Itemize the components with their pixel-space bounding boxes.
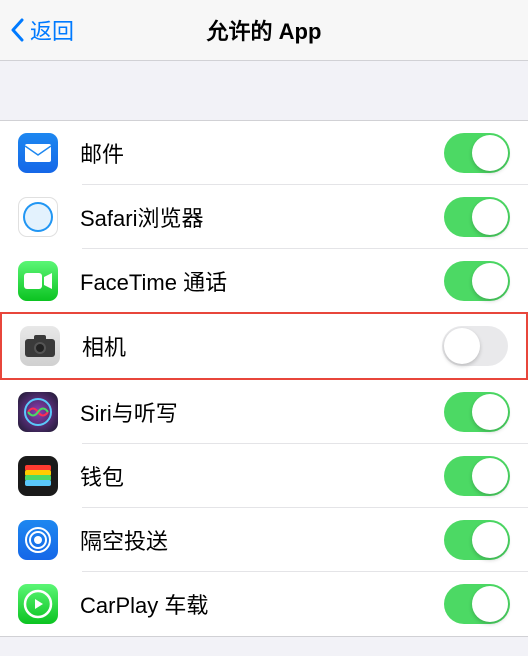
- mail-icon: [18, 133, 58, 173]
- app-row-facetime: FaceTime 通话: [0, 249, 528, 313]
- toggle-mail[interactable]: [444, 133, 510, 173]
- app-list: 邮件 Safari浏览器 FaceTime 通话 相机 Siri与听写: [0, 120, 528, 637]
- toggle-safari[interactable]: [444, 197, 510, 237]
- camera-icon: [20, 326, 60, 366]
- app-label: 相机: [82, 330, 442, 362]
- chevron-left-icon: [8, 16, 26, 44]
- app-row-carplay: CarPlay 车载: [0, 572, 528, 636]
- app-row-camera: 相机: [0, 312, 528, 380]
- toggle-carplay[interactable]: [444, 584, 510, 624]
- airdrop-icon: [18, 520, 58, 560]
- app-label: 钱包: [80, 460, 444, 492]
- app-label: FaceTime 通话: [80, 265, 444, 297]
- toggle-siri[interactable]: [444, 392, 510, 432]
- back-button[interactable]: 返回: [0, 14, 74, 46]
- app-row-mail: 邮件: [0, 121, 528, 185]
- app-row-wallet: 钱包: [0, 444, 528, 508]
- app-row-airdrop: 隔空投送: [0, 508, 528, 572]
- toggle-facetime[interactable]: [444, 261, 510, 301]
- toggle-airdrop[interactable]: [444, 520, 510, 560]
- nav-header: 返回 允许的 App: [0, 0, 528, 61]
- back-label: 返回: [30, 14, 74, 46]
- toggle-camera[interactable]: [442, 326, 508, 366]
- wallet-icon: [18, 456, 58, 496]
- safari-icon: [18, 197, 58, 237]
- page-title: 允许的 App: [207, 14, 322, 46]
- toggle-wallet[interactable]: [444, 456, 510, 496]
- facetime-icon: [18, 261, 58, 301]
- app-label: 隔空投送: [80, 524, 444, 556]
- app-row-safari: Safari浏览器: [0, 185, 528, 249]
- spacer: [0, 61, 528, 120]
- app-row-siri: Siri与听写: [0, 380, 528, 444]
- carplay-icon: [18, 584, 58, 624]
- app-label: Siri与听写: [80, 396, 444, 428]
- app-label: 邮件: [80, 137, 444, 169]
- siri-icon: [18, 392, 58, 432]
- app-label: Safari浏览器: [80, 201, 444, 233]
- app-label: CarPlay 车载: [80, 588, 444, 620]
